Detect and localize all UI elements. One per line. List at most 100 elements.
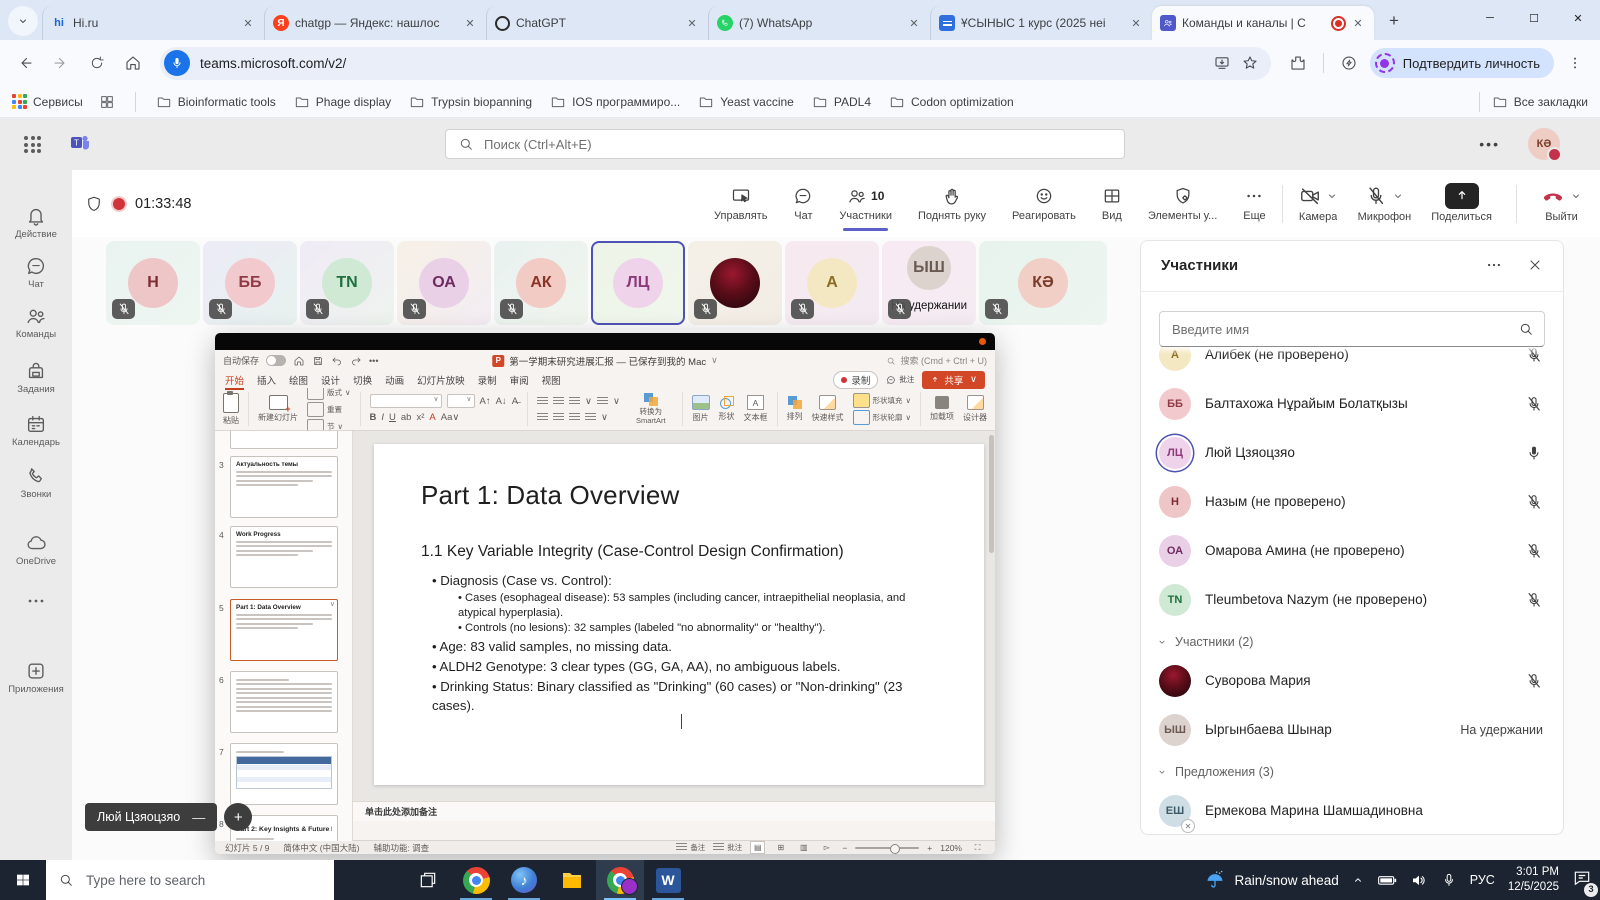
chrome-meeting-taskbar-icon[interactable]	[596, 860, 644, 900]
undo-icon[interactable]	[331, 355, 343, 367]
volume-icon[interactable]	[1410, 871, 1428, 889]
language-status[interactable]: 简体中文 (中国大陆)	[283, 842, 359, 854]
tab-close-icon[interactable]: ✕	[1128, 15, 1144, 31]
slide-thumbnail[interactable]	[230, 671, 338, 733]
extensions-icon[interactable]	[1283, 48, 1313, 78]
notification-center-button[interactable]: 3	[1572, 868, 1592, 893]
document-title[interactable]: P 第一学期末研究进展汇报 — 已保存到我的 Mac∨	[492, 354, 717, 368]
bookmark-folder[interactable]: Bioinformatic tools	[156, 94, 276, 110]
paste-button[interactable]: 粘贴	[223, 393, 239, 426]
sidebar-item-OneDrive[interactable]: OneDrive	[0, 532, 72, 567]
back-button[interactable]	[10, 48, 40, 78]
task-view-button[interactable]	[404, 860, 452, 900]
slide-thumbnail[interactable]: Актуальность темы	[230, 456, 338, 518]
justify-icon[interactable]	[585, 413, 596, 422]
taskbar-search-box[interactable]	[46, 860, 334, 900]
bullets-icon[interactable]	[537, 397, 548, 406]
leave-button[interactable]: Выйти	[1541, 184, 1582, 223]
align-left-icon[interactable]	[537, 413, 548, 422]
qat-more-icon[interactable]: •••	[369, 356, 378, 366]
notes-pane[interactable]: 单击此处添加备注	[353, 801, 995, 821]
sidebar-item-more[interactable]	[0, 590, 72, 612]
browser-tab[interactable]: ҰСЫНЫС 1 курс (2025 неі✕	[930, 6, 1152, 40]
reset-button[interactable]: 重置	[307, 402, 351, 417]
thumbnail-scrollbar[interactable]	[989, 435, 994, 553]
zoom-slider[interactable]	[855, 847, 919, 849]
meeting-button-dots3[interactable]: Еще	[1243, 185, 1265, 222]
window-close-button[interactable]: ✕	[1556, 0, 1600, 36]
font-size-select[interactable]	[447, 394, 475, 408]
participant-search-box[interactable]	[1159, 311, 1545, 347]
align-right-icon[interactable]	[569, 413, 580, 422]
mic-off-icon[interactable]	[1525, 395, 1543, 413]
browser-tab[interactable]: hiHi.ru✕	[42, 6, 264, 40]
verify-identity-button[interactable]: Подтвердить личность	[1370, 48, 1554, 78]
bookmark-folder[interactable]: Codon optimization	[889, 94, 1014, 110]
battery-icon[interactable]	[1377, 870, 1397, 890]
new-tab-button[interactable]: +	[1380, 7, 1408, 35]
chevron-down-icon[interactable]	[1326, 190, 1338, 202]
designer-button[interactable]: 设计器	[963, 395, 987, 423]
video-tile[interactable]: Н	[106, 241, 200, 325]
bookmark-star-icon[interactable]	[1241, 54, 1259, 72]
ppt-menu-tab[interactable]: 插入	[257, 373, 276, 387]
addins-button[interactable]: 加载项	[930, 396, 954, 422]
bookmark-apps-grid[interactable]	[99, 94, 115, 110]
notes-toggle[interactable]: 备注	[676, 842, 705, 853]
slide-thumbnail[interactable]	[230, 431, 338, 449]
layout-button[interactable]: 版式 ∨	[307, 388, 351, 400]
meeting-button-chatb[interactable]: Чат	[793, 185, 813, 222]
slide-thumbnail[interactable]	[230, 743, 338, 805]
underline-button[interactable]: U	[389, 412, 396, 423]
word-taskbar-icon[interactable]: W	[644, 860, 692, 900]
sidebar-item-Действие[interactable]: Действие	[0, 205, 72, 240]
sidebar-item-Задания[interactable]: Задания	[0, 360, 72, 395]
panel-more-options-icon[interactable]	[1485, 256, 1503, 274]
align-center-icon[interactable]	[553, 413, 564, 422]
ppt-menu-tab[interactable]: 切换	[353, 373, 372, 387]
language-indicator[interactable]: РУС	[1470, 873, 1495, 887]
picture-button[interactable]: 图片	[692, 395, 710, 423]
teams-more-options-icon[interactable]: •••	[1479, 136, 1500, 152]
video-tile[interactable]: А	[785, 241, 879, 325]
camera-button[interactable]: Камера	[1299, 184, 1338, 223]
tray-expand-icon[interactable]	[1352, 874, 1364, 886]
share-button[interactable]: Поделиться	[1431, 184, 1492, 223]
zoom-level[interactable]: 120%	[940, 843, 962, 853]
performance-icon[interactable]	[1334, 48, 1364, 78]
mic-off-icon[interactable]	[1525, 542, 1543, 560]
sidebar-item-Команды[interactable]: Команды	[0, 305, 72, 340]
tab-search-icon[interactable]	[8, 6, 38, 36]
profile-avatar[interactable]: КӘ	[1528, 128, 1560, 160]
video-tile[interactable]: ЛЦ	[591, 241, 685, 325]
video-tile[interactable]: TN	[300, 241, 394, 325]
ppt-menu-tab[interactable]: 设计	[321, 373, 340, 387]
ppt-menu-tab[interactable]: 视图	[542, 373, 561, 387]
panel-close-icon[interactable]	[1527, 257, 1543, 273]
smartart-button[interactable]: 转换为 SmartArt	[629, 393, 673, 425]
shape-outline-button[interactable]: 形状轮廓 ∨	[853, 410, 912, 425]
reload-button[interactable]	[82, 48, 112, 78]
normal-view-button[interactable]: ▤	[750, 841, 765, 854]
chevron-down-icon[interactable]	[1570, 190, 1582, 202]
address-bar[interactable]: teams.microsoft.com/v2/	[160, 47, 1271, 80]
clock[interactable]: 3:01 PM 12/5/2025	[1508, 865, 1559, 895]
browser-menu-icon[interactable]	[1560, 48, 1590, 78]
ppt-comments-button[interactable]: 批注	[886, 374, 914, 385]
participant-section-header[interactable]: Участники (2)	[1157, 627, 1253, 657]
sidebar-item-Календарь[interactable]: Календарь	[0, 413, 72, 448]
slide-thumbnail[interactable]: Part 1: Data Overview	[230, 599, 338, 661]
ppt-menu-tab[interactable]: 幻灯片放映	[417, 373, 465, 387]
microphone-button[interactable]: Микрофон	[1358, 184, 1412, 223]
tab-close-icon[interactable]: ✕	[462, 15, 478, 31]
music-app-taskbar-icon[interactable]: ♪	[500, 860, 548, 900]
participant-row[interactable]: Суворова Мария	[1141, 659, 1563, 703]
browser-tab[interactable]: (7) WhatsApp✕	[708, 6, 930, 40]
accessibility-status[interactable]: 辅助功能: 调查	[373, 842, 429, 854]
sidebar-item-Звонки[interactable]: Звонки	[0, 465, 72, 500]
video-tile[interactable]: АК	[494, 241, 588, 325]
reading-view-button[interactable]: ▥	[796, 841, 811, 854]
bookmark-folder[interactable]: PADL4	[812, 94, 871, 110]
bookmark-folder[interactable]: Trypsin biopanning	[409, 94, 532, 110]
meeting-button-manage[interactable]: Управлять	[714, 185, 767, 222]
